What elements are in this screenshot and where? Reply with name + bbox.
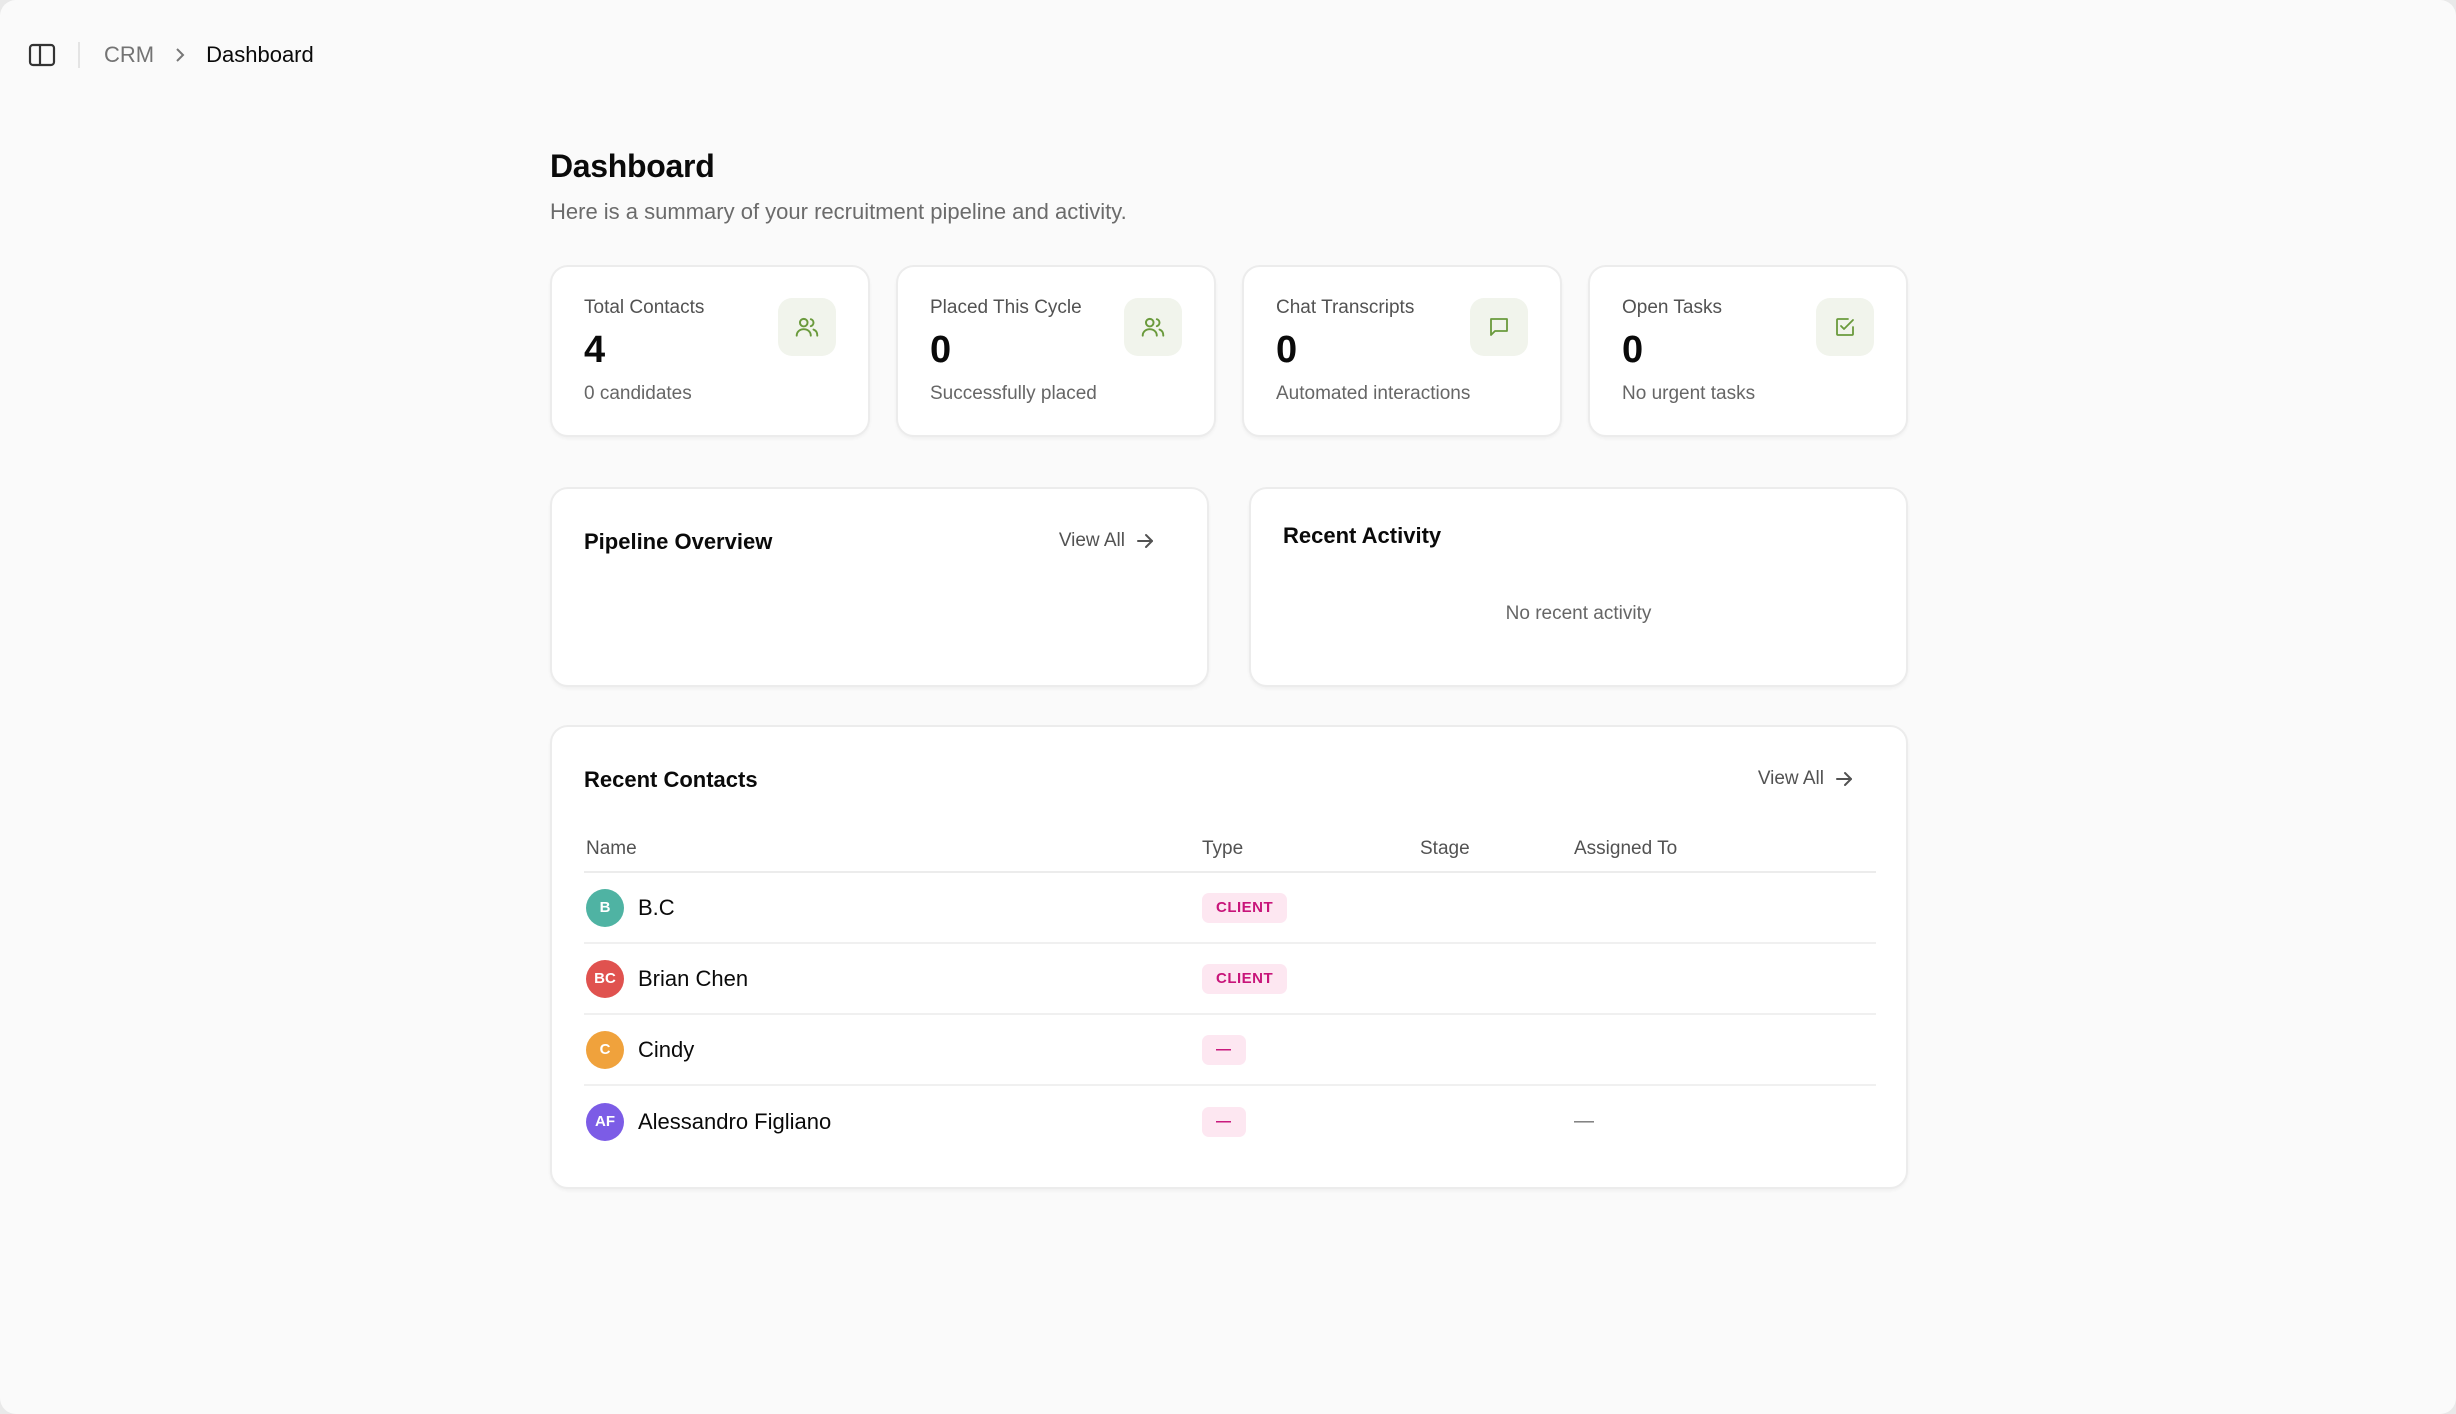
breadcrumb-crm[interactable]: CRM xyxy=(104,42,154,68)
chevron-right-icon xyxy=(174,47,186,63)
type-cell: — xyxy=(1202,1106,1420,1137)
contact-name[interactable]: Cindy xyxy=(638,1037,694,1063)
stat-card-open-tasks: Open Tasks 0 No urgent tasks xyxy=(1588,265,1908,437)
assigned-cell: — xyxy=(1574,1110,1594,1132)
column-header-assigned[interactable]: Assigned To xyxy=(1574,838,1876,860)
column-header-name[interactable]: Name xyxy=(584,838,1202,860)
name-cell: BC Brian Chen xyxy=(584,959,1202,998)
stat-card-chat-transcripts: Chat Transcripts 0 Automated interaction… xyxy=(1242,265,1562,437)
message-square-icon xyxy=(1470,298,1528,356)
arrow-right-icon xyxy=(1836,772,1852,786)
sidebar-panel-icon xyxy=(28,43,56,67)
avatar: BC xyxy=(586,959,624,998)
stats-row: Total Contacts 4 0 candidates Placed Thi… xyxy=(550,265,1908,437)
stat-card-total-contacts: Total Contacts 4 0 candidates xyxy=(550,265,870,437)
type-cell: CLIENT xyxy=(1202,892,1420,923)
type-badge: CLIENT xyxy=(1202,963,1288,994)
contacts-title: Recent Contacts xyxy=(584,767,758,792)
recent-contacts-panel: Recent Contacts View All Name Type Stage… xyxy=(550,725,1908,1189)
main-content: Dashboard Here is a summary of your recr… xyxy=(550,148,1908,1189)
pipeline-title: Pipeline Overview xyxy=(584,529,773,554)
divider xyxy=(78,42,80,68)
view-all-label: View All xyxy=(1757,768,1824,789)
recent-activity-panel: Recent Activity No recent activity xyxy=(1249,487,1908,687)
contact-name[interactable]: B.C xyxy=(638,895,675,921)
view-all-label: View All xyxy=(1058,530,1125,551)
arrow-right-icon xyxy=(1137,534,1153,548)
stat-card-placed: Placed This Cycle 0 Successfully placed xyxy=(896,265,1216,437)
check-square-icon xyxy=(1816,298,1874,356)
activity-empty-state: No recent activity xyxy=(1505,603,1652,624)
name-cell: C Cindy xyxy=(584,1030,1202,1069)
activity-title: Recent Activity xyxy=(1283,523,1442,548)
users-icon xyxy=(778,298,836,356)
contacts-table: Name Type Stage Assigned To B B.C CLIENT xyxy=(584,827,1876,1157)
pipeline-overview-panel: Pipeline Overview View All xyxy=(550,487,1209,687)
stat-description: Automated interactions xyxy=(1276,383,1471,404)
stat-description: 0 candidates xyxy=(584,383,692,404)
contact-name[interactable]: Brian Chen xyxy=(638,966,748,992)
table-row[interactable]: AF Alessandro Figliano — — xyxy=(584,1086,1876,1157)
app-window: CRM Dashboard Dashboard Here is a summar… xyxy=(0,0,2456,1414)
table-row[interactable]: C Cindy — xyxy=(584,1015,1876,1086)
column-header-type[interactable]: Type xyxy=(1202,838,1420,860)
stat-description: No urgent tasks xyxy=(1622,383,1756,404)
name-cell: B B.C xyxy=(584,888,1202,927)
page-subtitle: Here is a summary of your recruitment pi… xyxy=(550,199,1127,224)
overview-row: Pipeline Overview View All Recent Activi… xyxy=(550,487,1908,687)
table-row[interactable]: B B.C CLIENT xyxy=(584,873,1876,944)
type-badge: CLIENT xyxy=(1202,892,1288,923)
sidebar-toggle-button[interactable] xyxy=(26,39,58,71)
avatar: B xyxy=(586,888,624,927)
type-cell: — xyxy=(1202,1034,1420,1065)
contacts-view-all-link[interactable]: View All xyxy=(1758,768,1854,790)
table-header: Name Type Stage Assigned To xyxy=(584,827,1876,873)
stat-description: Successfully placed xyxy=(930,383,1097,404)
page-title: Dashboard xyxy=(550,148,715,184)
column-header-stage[interactable]: Stage xyxy=(1420,838,1574,860)
table-row[interactable]: BC Brian Chen CLIENT xyxy=(584,944,1876,1015)
type-cell: CLIENT xyxy=(1202,963,1420,994)
pipeline-view-all-link[interactable]: View All xyxy=(1059,530,1155,552)
contact-name[interactable]: Alessandro Figliano xyxy=(638,1109,831,1135)
breadcrumb-current: Dashboard xyxy=(206,42,314,67)
avatar: AF xyxy=(586,1102,624,1141)
users-icon xyxy=(1124,298,1182,356)
top-bar: CRM Dashboard xyxy=(0,0,2456,110)
avatar: C xyxy=(586,1030,624,1069)
type-badge: — xyxy=(1202,1106,1246,1137)
type-badge: — xyxy=(1202,1034,1246,1065)
name-cell: AF Alessandro Figliano xyxy=(584,1102,1202,1141)
